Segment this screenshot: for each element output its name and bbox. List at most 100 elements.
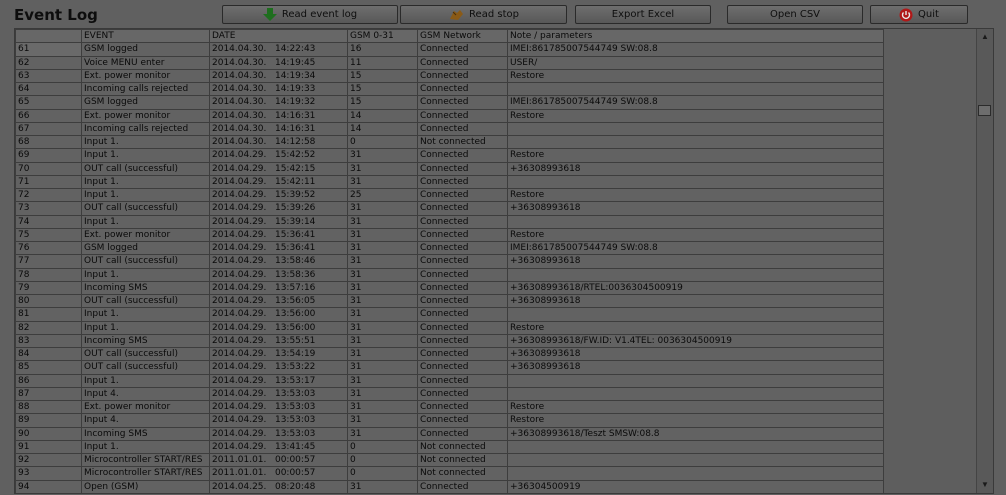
date-cell[interactable]: 2011.01.01. 00:00:57 [209, 452, 348, 468]
gsm-network-cell[interactable]: Connected [417, 479, 508, 493]
gsm-signal-cell[interactable]: 15 [347, 81, 418, 97]
gsm-network-cell[interactable]: Connected [417, 187, 508, 203]
table-row[interactable]: 75 Ext. power monitor 2014.04.29. 15:36:41… [15, 227, 884, 243]
row-index[interactable]: 74 [15, 214, 82, 229]
table-row[interactable]: 90 Incoming SMS 2014.04.29. 13:53:03 31 Conn… [15, 426, 884, 441]
event-cell[interactable]: Voice MENU enter [81, 55, 210, 70]
read-event-log-button[interactable]: Read event log [222, 5, 398, 24]
table-row[interactable]: 84 OUT call (successful) 2014.04.29. 13:54… [15, 346, 884, 362]
row-index[interactable]: 69 [15, 148, 82, 163]
event-cell[interactable]: Ext. power monitor [81, 68, 210, 84]
date-cell[interactable]: 2014.04.29. 13:53:22 [209, 360, 348, 375]
note-cell[interactable]: +36308993618/RTEL:0036304500919 [507, 280, 884, 296]
table-row[interactable]: 65 GSM logged 2014.04.30. 14:19:32 15 Connec… [15, 95, 884, 110]
gsm-signal-cell[interactable]: 14 [347, 121, 418, 137]
gsm-signal-cell[interactable]: 15 [347, 68, 418, 84]
event-cell[interactable]: Input 1. [81, 267, 210, 282]
date-cell[interactable]: 2011.01.01. 00:00:57 [209, 466, 348, 481]
table-row[interactable]: 69 Input 1. 2014.04.29. 15:42:52 31 Connecte… [15, 148, 884, 163]
row-index[interactable]: 70 [15, 161, 82, 176]
table-row[interactable]: 83 Incoming SMS 2014.04.29. 13:55:51 31 Conn… [15, 333, 884, 349]
table-row[interactable]: 87 Input 4. 2014.04.29. 13:53:03 31 Connecte… [15, 386, 884, 402]
date-cell[interactable]: 2014.04.29. 13:56:05 [209, 293, 348, 309]
table-row[interactable]: 73 OUT call (successful) 2014.04.29. 15:39… [15, 201, 884, 216]
note-cell[interactable]: Restore [507, 320, 884, 335]
gsm-signal-cell[interactable]: 31 [347, 174, 418, 190]
row-index[interactable]: 78 [15, 267, 82, 282]
gsm-network-cell[interactable]: Connected [417, 55, 508, 70]
event-cell[interactable]: Input 1. [81, 148, 210, 163]
event-cell[interactable]: OUT call (successful) [81, 346, 210, 362]
column-header-date[interactable]: DATE [209, 29, 348, 44]
event-cell[interactable]: Ext. power monitor [81, 399, 210, 415]
note-cell[interactable]: +36308993618 [507, 293, 884, 309]
gsm-signal-cell[interactable]: 31 [347, 227, 418, 243]
export-excel-button[interactable]: Export Excel [575, 5, 711, 24]
gsm-network-cell[interactable]: Connected [417, 68, 508, 84]
date-cell[interactable]: 2014.04.29. 13:53:03 [209, 413, 348, 428]
note-cell[interactable]: +36308993618/FW.ID: V1.4TEL: 00363045009… [507, 333, 884, 349]
gsm-signal-cell[interactable]: 0 [347, 134, 418, 150]
row-index[interactable]: 62 [15, 55, 82, 70]
row-index[interactable]: 80 [15, 293, 82, 309]
gsm-signal-cell[interactable]: 25 [347, 187, 418, 203]
event-cell[interactable]: Input 1. [81, 134, 210, 150]
gsm-network-cell[interactable]: Connected [417, 254, 508, 269]
gsm-network-cell[interactable]: Connected [417, 307, 508, 322]
event-log-grid[interactable]: EVENT DATE GSM 0-31 GSM Network Note / p… [14, 28, 994, 494]
note-cell[interactable]: USER/ [507, 55, 884, 70]
gsm-signal-cell[interactable]: 31 [347, 161, 418, 176]
event-cell[interactable]: Microcontroller START/RES [81, 452, 210, 468]
row-index[interactable]: 61 [15, 42, 82, 57]
date-cell[interactable]: 2014.04.29. 15:39:52 [209, 187, 348, 203]
event-cell[interactable]: Incoming calls rejected [81, 81, 210, 97]
row-index[interactable]: 79 [15, 280, 82, 296]
gsm-network-cell[interactable]: Connected [417, 42, 508, 57]
gsm-signal-cell[interactable]: 31 [347, 333, 418, 349]
event-cell[interactable]: Incoming calls rejected [81, 121, 210, 137]
row-index[interactable]: 85 [15, 360, 82, 375]
gsm-signal-cell[interactable]: 16 [347, 42, 418, 57]
row-index[interactable]: 75 [15, 227, 82, 243]
note-cell[interactable]: Restore [507, 227, 884, 243]
gsm-signal-cell[interactable]: 31 [347, 240, 418, 256]
open-csv-button[interactable]: Open CSV [727, 5, 863, 24]
note-cell[interactable]: Restore [507, 187, 884, 203]
table-row[interactable]: 78 Input 1. 2014.04.29. 13:58:36 31 Connecte… [15, 267, 884, 282]
table-row[interactable]: 85 OUT call (successful) 2014.04.29. 13:53… [15, 360, 884, 375]
note-cell[interactable]: Restore [507, 399, 884, 415]
note-cell[interactable] [507, 134, 884, 150]
row-index[interactable]: 86 [15, 373, 82, 388]
gsm-network-cell[interactable]: Connected [417, 267, 508, 282]
column-header-event[interactable]: EVENT [81, 29, 210, 44]
note-cell[interactable] [507, 439, 884, 455]
table-row[interactable]: 92 Microcontroller START/RES 2011.01.01. 0… [15, 452, 884, 468]
date-cell[interactable]: 2014.04.29. 13:56:00 [209, 307, 348, 322]
row-index[interactable]: 66 [15, 108, 82, 123]
date-cell[interactable]: 2014.04.30. 14:19:32 [209, 95, 348, 110]
note-cell[interactable] [507, 81, 884, 97]
date-cell[interactable]: 2014.04.29. 13:55:51 [209, 333, 348, 349]
table-row[interactable]: 64 Incoming calls rejected 2014.04.30. 14:… [15, 81, 884, 97]
table-row[interactable]: 89 Input 4. 2014.04.29. 13:53:03 31 Connecte… [15, 413, 884, 428]
column-header-gsm-signal[interactable]: GSM 0-31 [347, 29, 418, 44]
gsm-network-cell[interactable]: Connected [417, 214, 508, 229]
gsm-network-cell[interactable]: Connected [417, 333, 508, 349]
date-cell[interactable]: 2014.04.25. 08:20:48 [209, 479, 348, 493]
event-cell[interactable]: GSM logged [81, 95, 210, 110]
table-row[interactable]: 91 Input 1. 2014.04.29. 13:41:45 0 Not conne… [15, 439, 884, 455]
note-cell[interactable]: +36308993618 [507, 161, 884, 176]
gsm-signal-cell[interactable]: 31 [347, 214, 418, 229]
date-cell[interactable]: 2014.04.29. 13:58:46 [209, 254, 348, 269]
gsm-network-cell[interactable]: Connected [417, 413, 508, 428]
date-cell[interactable]: 2014.04.29. 15:36:41 [209, 227, 348, 243]
event-cell[interactable]: Input 1. [81, 373, 210, 388]
event-cell[interactable]: Input 1. [81, 187, 210, 203]
note-cell[interactable]: Restore [507, 148, 884, 163]
row-index[interactable]: 84 [15, 346, 82, 362]
gsm-network-cell[interactable]: Connected [417, 174, 508, 190]
gsm-network-cell[interactable]: Connected [417, 161, 508, 176]
date-cell[interactable]: 2014.04.29. 13:53:17 [209, 373, 348, 388]
gsm-signal-cell[interactable]: 31 [347, 426, 418, 441]
event-cell[interactable]: Input 1. [81, 320, 210, 335]
